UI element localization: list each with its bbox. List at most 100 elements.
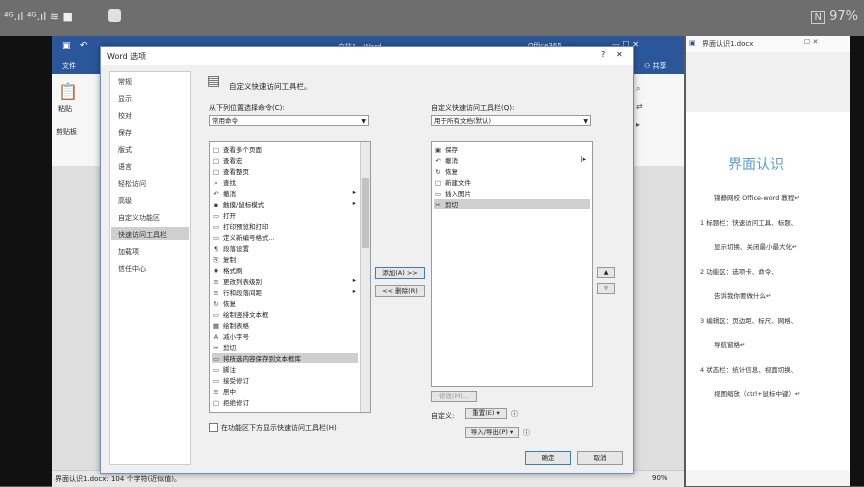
qat-list[interactable]: ▣ 保存 ↶ 撤消 |▸ ↻ 恢复 □ 新建文件 ▭ 插入图片 ✂ 剪切 — [431, 141, 593, 387]
command-item[interactable]: ¶ 段落设置 — [212, 243, 358, 253]
qat-item[interactable]: ↻ 恢复 — [434, 166, 590, 176]
nav-item[interactable]: 轻松访问 — [118, 179, 146, 189]
word2-window-controls[interactable]: ☐ ✕ — [804, 38, 818, 46]
qat-item-label: 插入图片 — [445, 190, 471, 198]
find-icon[interactable]: ⌕ — [636, 84, 640, 94]
zoom-level[interactable]: 90% — [652, 474, 668, 482]
command-item[interactable]: ▭ 脚注 — [212, 364, 358, 374]
nav-item[interactable]: 自定义功能区 — [118, 213, 160, 223]
nav-item[interactable]: 常规 — [118, 77, 132, 87]
command-item[interactable]: □ 查看整页 — [212, 166, 358, 176]
status-bar: ⁴ᴳ.ıl ⁴ᴳ.ıl ≋ ■ N 97% — [0, 0, 864, 36]
help-icon[interactable]: ? — [601, 50, 605, 59]
command-label: 定义新编号格式... — [223, 234, 275, 242]
command-icon: ▭ — [212, 311, 220, 319]
command-item[interactable]: ✂ 剪切 — [212, 342, 358, 352]
command-item[interactable]: ⌕ 查找 — [212, 177, 358, 188]
choose-commands-select[interactable]: 常用命令 ▼ — [209, 115, 369, 126]
command-item[interactable]: ▪ 触摸/鼠标模式 ▸ — [212, 199, 358, 209]
save-icon[interactable]: ▣ — [62, 41, 71, 51]
command-icon: ¶ — [213, 245, 219, 253]
select-icon[interactable]: ▸ — [636, 120, 640, 129]
nav-item[interactable]: 显示 — [118, 94, 132, 104]
command-label: 查看多个页面 — [223, 146, 262, 154]
command-item[interactable]: ▭ 打印预览和打印 — [212, 221, 358, 231]
command-item[interactable]: ▭ 绘制竖排文本框 — [212, 309, 358, 319]
command-label: 将所选内容保存到文本框库 — [223, 355, 301, 363]
document-line: 显示切换、关闭最小最大化↵ — [714, 243, 798, 251]
command-item[interactable]: ♦ 格式刷 — [212, 265, 358, 275]
share-button[interactable]: ⚇ 共享 — [644, 61, 667, 71]
status-text: 界面认识1.docx: 104 个字符(近似值)。 — [55, 475, 182, 483]
command-label: 行和段落间距 — [223, 289, 262, 297]
qat-item[interactable]: ↶ 撤消 |▸ — [434, 155, 590, 165]
nav-item-selected[interactable]: 快速访问工具栏 — [118, 230, 167, 240]
nav-item[interactable]: 保存 — [118, 128, 132, 138]
cancel-button[interactable]: 取消 — [577, 451, 623, 465]
command-item[interactable]: ↶ 撤消 ▸ — [212, 188, 358, 198]
command-icon: ▭ — [212, 212, 220, 220]
move-down-button[interactable]: ▼ — [597, 283, 615, 294]
command-item[interactable]: ▭ 接受修订 — [212, 375, 358, 385]
qat-item-icon: ↻ — [435, 168, 441, 176]
clipboard-group-label: 剪贴板 — [56, 128, 77, 136]
nav-item[interactable]: 加载项 — [118, 247, 139, 257]
command-item[interactable]: □ 查看多个页面 — [212, 144, 358, 154]
tab-file[interactable]: 文件 — [62, 61, 76, 71]
document-line: 告诉我你要做什么↵ — [714, 292, 772, 300]
ok-button[interactable]: 确定 — [525, 451, 571, 465]
nav-item[interactable]: 版式 — [118, 145, 132, 155]
import-export-button[interactable]: 导入/导出(P) ▾ — [465, 427, 519, 438]
command-item[interactable]: ▭ 打开 — [212, 210, 358, 220]
commands-scrollbar[interactable] — [360, 142, 370, 412]
qat-item[interactable]: □ 新建文件 — [434, 177, 590, 187]
command-item[interactable]: ≡ 居中 — [212, 386, 358, 396]
move-up-button[interactable]: ▲ — [597, 267, 615, 278]
word2-title-bar: ▣ 界面认识1.docx ☐ ✕ — [686, 36, 850, 53]
command-label: 复制 — [223, 256, 236, 264]
commands-list[interactable]: □ 查看多个页面 □ 查看宏 □ 查看整页 ⌕ 查找 ↶ 撤消 ▸ ▪ 触摸/鼠标模式 ▸ ▭ 打开 ▭ 打印预览… — [209, 141, 371, 413]
show-below-ribbon-label[interactable]: 在功能区下方显示快速访问工具栏(H) — [221, 423, 337, 433]
command-label: 绘制竖排文本框 — [223, 311, 269, 319]
show-below-ribbon-checkbox[interactable] — [209, 423, 218, 432]
qat-item-label: 撤消 — [445, 157, 458, 165]
scroll-thumb[interactable] — [362, 178, 369, 248]
reset-button[interactable]: 重置(E) ▾ — [465, 408, 507, 419]
customize-qat-select[interactable]: 用于所有文档(默认) ▼ — [431, 115, 591, 126]
command-item[interactable]: ▦ 绘制表格 — [212, 320, 358, 330]
add-button[interactable]: 添加(A) >> — [375, 267, 425, 279]
command-item[interactable]: A 减小字号 — [212, 331, 358, 341]
command-item[interactable]: ≡ 更改列表级别 ▸ — [212, 276, 358, 286]
nav-item[interactable]: 信任中心 — [118, 264, 146, 274]
options-content: ▤ 自定义快速访问工具栏。 从下列位置选择命令(C): 常用命令 ▼ 自定义快速访… — [197, 67, 627, 467]
qat-item-selected[interactable]: ✂ 剪切 — [434, 199, 590, 209]
word-second-window: ▣ 界面认识1.docx ☐ ✕ 界面认识 锦静网校 Office-word 教… — [686, 36, 850, 486]
command-item[interactable]: ▭ 定义新编号格式... — [212, 232, 358, 242]
paste-icon[interactable]: 📋 — [58, 82, 78, 101]
nav-item[interactable]: 校对 — [118, 111, 132, 121]
video-letterbox-right — [850, 36, 864, 486]
command-item[interactable]: □ 拒绝修订 — [212, 397, 358, 407]
command-item[interactable]: ≡ 行和段落间距 ▸ — [212, 287, 358, 297]
replace-icon[interactable]: ⇄ — [636, 102, 643, 111]
qat-item[interactable]: ▭ 插入图片 — [434, 188, 590, 198]
paste-label[interactable]: 粘贴 — [58, 104, 72, 114]
command-icon: □ — [212, 157, 220, 165]
command-item[interactable]: ↻ 恢复 — [212, 298, 358, 308]
command-item-selected[interactable]: ▭ 将所选内容保存到文本框库 — [212, 353, 358, 363]
close-icon[interactable]: ✕ — [616, 50, 623, 59]
qat-item[interactable]: ▣ 保存 — [434, 144, 590, 154]
choose-commands-label: 从下列位置选择命令(C): — [209, 104, 285, 112]
nav-item[interactable]: 语言 — [118, 162, 132, 172]
modify-button[interactable]: 修改(M)... — [431, 391, 477, 402]
remove-button[interactable]: << 删除(R) — [375, 285, 425, 297]
nav-item[interactable]: 高级 — [118, 196, 132, 206]
qat-item-icon: ▣ — [434, 146, 442, 154]
command-item[interactable]: □ 查看宏 — [212, 155, 358, 165]
command-icon: □ — [212, 168, 220, 176]
word2-title: 界面认识1.docx — [702, 40, 754, 48]
word-icon: ▣ — [689, 39, 696, 47]
undo-icon[interactable]: ↶ — [80, 41, 88, 51]
command-item[interactable]: ⎘ 复制 — [212, 254, 358, 265]
document-line: 锦静网校 Office-word 教程↵ — [714, 194, 800, 202]
